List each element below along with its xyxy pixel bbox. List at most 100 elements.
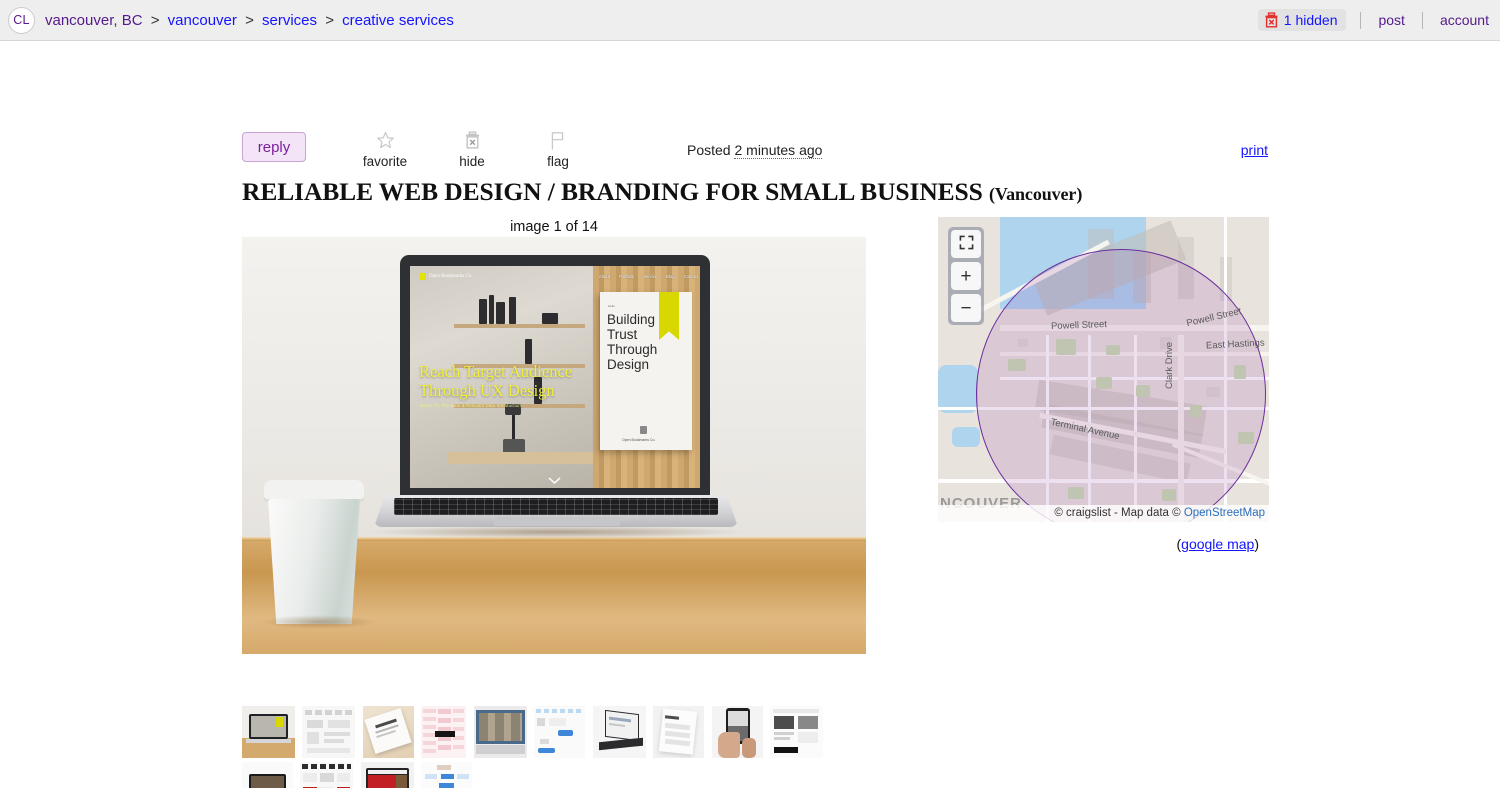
thumbnail-red-webpage-grid[interactable]: [300, 762, 354, 788]
nav-item-about: About: [598, 274, 610, 279]
openstreetmap-link[interactable]: OpenStreetMap: [1184, 507, 1265, 519]
header-actions: 1 hidden post account: [1257, 0, 1492, 40]
poster-kicker: Hello: [608, 304, 615, 308]
thumbnail-laptop-photo-collage[interactable]: [473, 706, 527, 758]
thumbnail-laptop-open-side-view[interactable]: [592, 706, 646, 758]
page-title: RELIABLE WEB DESIGN / BRANDING FOR SMALL…: [242, 177, 1082, 207]
thumbnail-laptop-red-banner-site[interactable]: [360, 762, 414, 788]
fullscreen-icon: [959, 235, 974, 254]
reply-button[interactable]: reply: [242, 132, 306, 162]
screen-site-logo: Open Bookmarks Co.: [420, 273, 472, 280]
poster-headline: Building Trust Through Design: [607, 312, 657, 372]
posted-relative-time[interactable]: 2 minutes ago: [734, 142, 823, 159]
account-link[interactable]: account: [1437, 12, 1492, 28]
breadcrumb-item-city: vancouver, BC: [45, 11, 143, 29]
poster-footer: Open Bookmarks Co.: [622, 438, 656, 442]
headline-line-1: Reach Target Audience: [419, 362, 573, 381]
header-divider: [1360, 11, 1362, 29]
image-counter: image 1 of 14: [510, 219, 598, 235]
laptop-shadow: [370, 526, 744, 538]
trash-x-icon: [1264, 12, 1279, 28]
breadcrumb-separator: >: [150, 11, 160, 29]
star-icon: [350, 131, 420, 153]
google-map-link[interactable]: google map: [1181, 536, 1254, 552]
map-attribution-text: © craigslist - Map data ©: [1054, 507, 1184, 519]
favorite-label: favorite: [362, 154, 408, 169]
map-zoom-in-button[interactable]: +: [951, 262, 981, 290]
thumbnail-sitemap-flow-diagram[interactable]: [421, 762, 473, 788]
map-fullscreen-button[interactable]: [951, 230, 981, 258]
breadcrumb-separator: >: [245, 11, 254, 29]
headline-line-2: Through UX Design: [419, 381, 555, 400]
laptop-trackpad: [494, 517, 620, 526]
craigslist-logo[interactable]: CL: [8, 6, 35, 34]
poster-line-1: Building: [607, 312, 656, 327]
breadcrumb-item-creative-services[interactable]: creative services: [342, 12, 454, 29]
poster-logo-mark: [640, 426, 647, 434]
thumbnail-strip: [242, 706, 882, 788]
site-header: CL vancouver, BC > vancouver > services …: [0, 0, 1500, 41]
posting-location: (Vancouver): [988, 184, 1083, 204]
poster-line-2: Trust: [607, 327, 638, 342]
thumbnail-webpage-layout-mockup[interactable]: [770, 706, 824, 758]
posted-timestamp: Posted 2 minutes ago: [687, 142, 823, 159]
laptop-keyboard: [394, 498, 718, 515]
poster-ribbon: [659, 292, 679, 340]
hide-label: hide: [459, 154, 485, 169]
nav-item-blog: Blog: [666, 274, 675, 279]
posting-title-text: RELIABLE WEB DESIGN / BRANDING FOR SMALL…: [242, 177, 983, 206]
poster-line-4: Design: [607, 357, 650, 372]
post-link[interactable]: post: [1375, 12, 1407, 28]
thumbnail-laptop-moodboard-desk[interactable]: [242, 706, 295, 758]
hide-button[interactable]: hide: [437, 131, 507, 169]
nav-item-portfolio: Portfolio: [618, 274, 635, 279]
map-attribution: © craigslist - Map data © OpenStreetMap: [938, 505, 1269, 522]
chevron-down-icon: [548, 471, 561, 485]
map-controls: + −: [948, 227, 984, 325]
coffee-cup-shadow: [260, 615, 378, 629]
map-label-powell-street-west: Powell Street: [1050, 319, 1108, 332]
paren-close: ): [1254, 536, 1259, 552]
thumbnail-paper-page-curled[interactable]: [653, 706, 705, 758]
laptop-screen: Hello Building Trust Through Design Open…: [410, 266, 700, 488]
site-logo-text: Open Bookmarks Co.: [429, 274, 473, 279]
header-divider: [1421, 11, 1423, 29]
trash-x-icon: [437, 131, 507, 153]
map-container: Powell Street Powell Street East Hasting…: [938, 217, 1269, 522]
thumbnail-wireframe-sitemap-grey[interactable]: [302, 706, 356, 758]
photo-scene: Hello Building Trust Through Design Open…: [242, 237, 866, 654]
breadcrumb-item-vancouver[interactable]: vancouver: [168, 12, 237, 29]
screen-nav: About Portfolio Service Blog Contact: [599, 274, 698, 279]
favorite-button[interactable]: favorite: [350, 131, 420, 169]
thumbnail-ui-kit-blue-buttons[interactable]: [534, 706, 586, 758]
poster-line-3: Through: [607, 342, 658, 357]
google-map-line: (google map): [938, 536, 1269, 552]
map-label-clark-drive: Clark Drive: [1164, 342, 1175, 389]
location-map[interactable]: Powell Street Powell Street East Hasting…: [938, 217, 1269, 522]
main-posting-image[interactable]: Hello Building Trust Through Design Open…: [242, 237, 866, 654]
screen-subline: Better Fit, The Rate & Relevant Data Int…: [420, 403, 521, 408]
hidden-count-button[interactable]: 1 hidden: [1257, 9, 1347, 31]
nav-item-service: Service: [643, 274, 658, 279]
coffee-cup-lid: [264, 480, 364, 502]
breadcrumb: vancouver, BC > vancouver > services > c…: [45, 13, 454, 28]
posting-page: reply favorite hide flag Posted 2 minute…: [0, 41, 1500, 788]
thumbnail-laptop-dark-site-desk[interactable]: [242, 762, 293, 788]
posted-prefix: Posted: [687, 142, 731, 158]
flag-label: flag: [547, 154, 569, 169]
breadcrumb-item-services[interactable]: services: [262, 12, 317, 29]
thumbnail-pink-wireframe-sheets[interactable]: [421, 706, 467, 758]
thumbnail-tablet-document-tan[interactable]: [362, 706, 414, 758]
screen-headline: Reach Target Audience Through UX Design: [419, 362, 572, 400]
map-zoom-out-button[interactable]: −: [951, 294, 981, 322]
site-logo-mark: [420, 273, 426, 280]
flag-icon: [523, 131, 593, 153]
nav-item-contact: Contact: [683, 274, 698, 279]
flag-button[interactable]: flag: [523, 131, 593, 169]
thumbnail-hand-holding-phone[interactable]: [711, 706, 763, 758]
print-link[interactable]: print: [1241, 142, 1268, 158]
breadcrumb-separator: >: [325, 11, 334, 29]
posting-toolbar: reply favorite hide flag Posted 2 minute…: [242, 90, 1268, 169]
laptop-lid: Hello Building Trust Through Design Open…: [400, 255, 710, 500]
hidden-count-label: 1 hidden: [1283, 12, 1338, 28]
